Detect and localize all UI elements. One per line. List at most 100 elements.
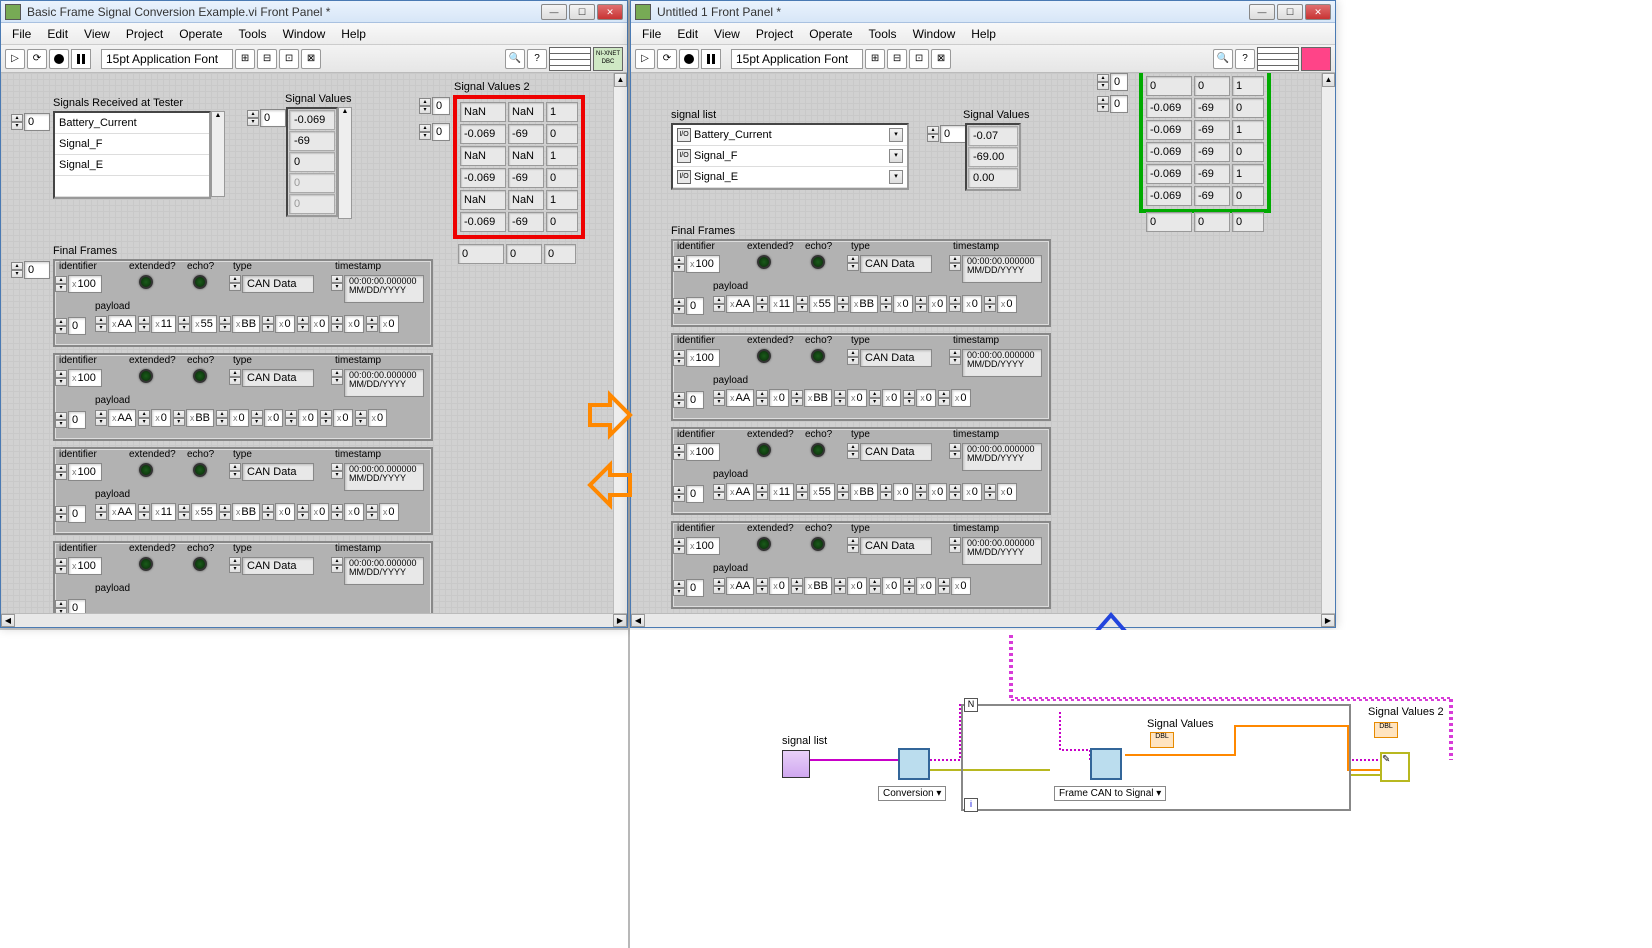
bd-sigvals2-terminal[interactable]: DBL bbox=[1374, 722, 1398, 738]
payload-byte[interactable]: ▴▾xAA bbox=[95, 315, 136, 333]
bd-sigvals-terminal[interactable]: DBL bbox=[1150, 732, 1174, 748]
help-button[interactable]: ? bbox=[527, 49, 547, 69]
abort-button[interactable] bbox=[679, 49, 699, 69]
payload-byte[interactable]: ▴▾x11 bbox=[756, 295, 794, 313]
payload-byte[interactable]: ▴▾x0 bbox=[756, 389, 789, 407]
minimize-button[interactable]: — bbox=[1249, 4, 1275, 20]
payload-byte[interactable]: ▴▾x0 bbox=[949, 295, 982, 313]
payload-byte[interactable]: ▴▾x0 bbox=[903, 577, 936, 595]
payload-index[interactable]: ▴▾0 bbox=[55, 317, 86, 335]
distribute-button[interactable]: ⊟ bbox=[887, 49, 907, 69]
type-field[interactable]: ▴▾CAN Data bbox=[229, 275, 314, 293]
payload-byte[interactable]: ▴▾x0 bbox=[262, 503, 295, 521]
payload-byte[interactable]: ▴▾x0 bbox=[938, 577, 971, 595]
echo-led[interactable] bbox=[193, 463, 207, 477]
payload-byte[interactable]: ▴▾x0 bbox=[938, 389, 971, 407]
payload-byte[interactable]: ▴▾x0 bbox=[984, 295, 1017, 313]
payload-byte[interactable]: ▴▾x11 bbox=[756, 483, 794, 501]
resize-button[interactable]: ⊡ bbox=[909, 49, 929, 69]
payload-byte[interactable]: ▴▾x0 bbox=[949, 483, 982, 501]
payload-byte[interactable]: ▴▾x0 bbox=[331, 503, 364, 521]
sigvals-index-r[interactable]: ▴▾0 bbox=[927, 125, 966, 143]
extended-led[interactable] bbox=[139, 275, 153, 289]
title-bar-left[interactable]: Basic Frame Signal Conversion Example.vi… bbox=[1, 1, 627, 23]
close-button[interactable]: ✕ bbox=[1305, 4, 1331, 20]
identifier-field[interactable]: ▴▾x100 bbox=[55, 275, 102, 293]
payload-byte[interactable]: ▴▾xBB bbox=[791, 577, 832, 595]
type-field[interactable]: ▴▾CAN Data bbox=[229, 463, 314, 481]
sv2-index-0[interactable]: ▴▾0 bbox=[419, 97, 450, 115]
identifier-field[interactable]: ▴▾x100 bbox=[55, 369, 102, 387]
payload-byte[interactable]: ▴▾x0 bbox=[366, 315, 399, 333]
pause-button[interactable] bbox=[701, 49, 721, 69]
payload-byte[interactable]: ▴▾x0 bbox=[251, 409, 284, 427]
menu-view[interactable]: View bbox=[76, 25, 118, 43]
type-field[interactable]: ▴▾CAN Data bbox=[229, 557, 314, 575]
menu-help[interactable]: Help bbox=[333, 25, 374, 43]
identifier-field[interactable]: ▴▾x100 bbox=[55, 557, 102, 575]
list-scrollbar[interactable]: ▲ bbox=[211, 111, 225, 197]
bd-build-array-node[interactable]: ✎ bbox=[1380, 752, 1410, 782]
identifier-field[interactable]: ▴▾x100 bbox=[673, 537, 720, 555]
font-select[interactable]: 15pt Application Font bbox=[731, 49, 863, 69]
payload-byte[interactable]: ▴▾x0 bbox=[915, 483, 948, 501]
payload-byte[interactable]: ▴▾xAA bbox=[713, 577, 754, 595]
payload-byte[interactable]: ▴▾x0 bbox=[297, 503, 330, 521]
run-button[interactable]: ▷ bbox=[635, 49, 655, 69]
run-continuous-button[interactable]: ⟳ bbox=[27, 49, 47, 69]
signals-index[interactable]: ▴▾ 0 bbox=[11, 113, 50, 131]
echo-led[interactable] bbox=[811, 255, 825, 269]
type-field[interactable]: ▴▾CAN Data bbox=[847, 537, 932, 555]
list-item[interactable]: Signal_E bbox=[55, 155, 209, 176]
payload-byte[interactable]: ▴▾x0 bbox=[320, 409, 353, 427]
vi-icon[interactable]: NI-XNETDBC bbox=[593, 47, 623, 71]
payload-byte[interactable]: ▴▾x0 bbox=[138, 409, 171, 427]
extended-led[interactable] bbox=[757, 349, 771, 363]
bd-signal-list-terminal[interactable] bbox=[782, 750, 810, 778]
payload-byte[interactable]: ▴▾x0 bbox=[262, 315, 295, 333]
payload-byte[interactable]: ▴▾x0 bbox=[880, 483, 913, 501]
menu-tools[interactable]: Tools bbox=[861, 25, 905, 43]
timestamp-field[interactable]: ▴▾00:00:00.000000MM/DD/YYYY bbox=[331, 275, 424, 303]
payload-index[interactable]: ▴▾0 bbox=[673, 297, 704, 315]
identifier-field[interactable]: ▴▾x100 bbox=[673, 255, 720, 273]
extended-led[interactable] bbox=[139, 369, 153, 383]
title-bar-right[interactable]: Untitled 1 Front Panel * — ☐ ✕ bbox=[631, 1, 1335, 23]
payload-byte[interactable]: ▴▾x0 bbox=[915, 295, 948, 313]
list-item[interactable]: I/OBattery_Current▾ bbox=[673, 125, 907, 146]
list-item[interactable]: I/OSignal_E▾ bbox=[673, 167, 907, 188]
extended-led[interactable] bbox=[139, 463, 153, 477]
menu-operate[interactable]: Operate bbox=[801, 25, 860, 43]
bd-frame-to-signal-node[interactable] bbox=[1090, 748, 1122, 780]
payload-byte[interactable]: ▴▾x0 bbox=[903, 389, 936, 407]
timestamp-field[interactable]: ▴▾00:00:00.000000MM/DD/YYYY bbox=[949, 537, 1042, 565]
scrollbar-h-left[interactable]: ◀▶ bbox=[1, 613, 627, 627]
payload-byte[interactable]: ▴▾x55 bbox=[796, 295, 835, 313]
font-select[interactable]: 15pt Application Font bbox=[101, 49, 233, 69]
bd-xnet-session-node[interactable] bbox=[898, 748, 930, 780]
payload-byte[interactable]: ▴▾x0 bbox=[880, 295, 913, 313]
menu-window[interactable]: Window bbox=[905, 25, 964, 43]
payload-byte[interactable]: ▴▾xBB bbox=[837, 483, 878, 501]
payload-byte[interactable]: ▴▾x0 bbox=[984, 483, 1017, 501]
resize-button[interactable]: ⊡ bbox=[279, 49, 299, 69]
payload-byte[interactable]: ▴▾x11 bbox=[138, 503, 176, 521]
bd-frame-can-ring[interactable]: Frame CAN to Signal ▾ bbox=[1054, 786, 1166, 801]
payload-byte[interactable]: ▴▾x0 bbox=[834, 577, 867, 595]
payload-byte[interactable]: ▴▾x0 bbox=[756, 577, 789, 595]
extended-led[interactable] bbox=[757, 537, 771, 551]
identifier-field[interactable]: ▴▾x100 bbox=[55, 463, 102, 481]
help-button[interactable]: ? bbox=[1235, 49, 1255, 69]
reorder-button[interactable]: ⊠ bbox=[931, 49, 951, 69]
timestamp-field[interactable]: ▴▾00:00:00.000000MM/DD/YYYY bbox=[949, 443, 1042, 471]
payload-byte[interactable]: ▴▾x0 bbox=[297, 315, 330, 333]
type-field[interactable]: ▴▾CAN Data bbox=[847, 255, 932, 273]
pause-button[interactable] bbox=[71, 49, 91, 69]
payload-byte[interactable]: ▴▾x55 bbox=[178, 503, 217, 521]
echo-led[interactable] bbox=[193, 275, 207, 289]
run-button[interactable]: ▷ bbox=[5, 49, 25, 69]
payload-index[interactable]: ▴▾0 bbox=[673, 485, 704, 503]
sv2-index-1-r[interactable]: ▴▾0 bbox=[1097, 95, 1128, 113]
timestamp-field[interactable]: ▴▾00:00:00.000000MM/DD/YYYY bbox=[949, 349, 1042, 377]
list-item[interactable]: Battery_Current bbox=[55, 113, 209, 134]
